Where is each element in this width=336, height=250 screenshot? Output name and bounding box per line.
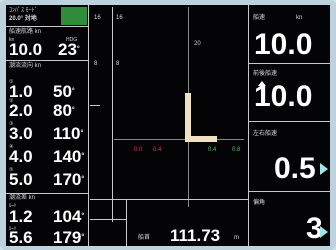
layer-2-dir: 80° <box>53 101 75 120</box>
speed-vector-horizontal <box>185 136 217 142</box>
layer-4-speed: 4.0 <box>9 147 33 166</box>
layer-5-speed: 5.0 <box>9 170 33 189</box>
bottom-strip-grid <box>90 219 126 220</box>
right-arrow-icon <box>320 163 328 175</box>
current-section-label: 潮流流向 kn <box>9 63 42 69</box>
speed-vector-vertical <box>185 93 191 141</box>
tide-row-2-dir: 179° <box>53 228 85 247</box>
device-frame: ｺﾝﾊﾟｽ ﾓｰﾄﾞ 20.0° 対地 船速航路 kn kn HDG 10.0 … <box>0 0 336 250</box>
bottom-label: 船首 <box>138 235 151 241</box>
mode-header-line2: 20.0° 対地 <box>9 16 37 22</box>
fore-aft-speed-label: 前後船速 <box>253 71 278 77</box>
left-panel-border <box>88 5 89 246</box>
tide-row-1-speed: 1.2 <box>9 207 33 226</box>
layer-4-dir: 140° <box>53 147 85 166</box>
ship-speed-value: 10.0 <box>9 40 43 59</box>
up-arrow-icon <box>258 81 266 86</box>
divider <box>6 60 88 61</box>
mode-header-line1: ｺﾝﾊﾟｽ ﾓｰﾄﾞ <box>9 8 38 14</box>
center-graph: 16 8 16 8 20 0.0 0.4 0.4 0.8 船首 111.73 m <box>90 5 248 246</box>
layer-1-dir: 50° <box>53 82 75 101</box>
heading-value: 23° <box>58 40 80 59</box>
tide-section-label: 潮流差 kn <box>9 195 36 201</box>
left-scale-bar <box>112 7 113 222</box>
drift-angle-label: 偏角 <box>253 200 266 206</box>
side-speed-value: 0.5 <box>274 152 316 185</box>
divider <box>249 191 330 192</box>
scale-label-upper-right: 16 <box>116 15 123 21</box>
scale-label-8-right: 8 <box>116 61 120 67</box>
center-horizontal-axis <box>114 139 244 140</box>
right-arrow-icon-2 <box>320 226 328 238</box>
axis-right-green-2: 0.8 <box>232 147 241 153</box>
bottom-strip-divider <box>90 199 248 200</box>
layer-2-speed: 2.0 <box>9 101 33 120</box>
tide-row-2-speed: 5.6 <box>9 228 33 247</box>
divider <box>249 63 330 64</box>
green-mode-indicator <box>61 7 87 25</box>
ship-speed-label: 船速航路 kn <box>9 29 42 35</box>
scale-label-20: 20 <box>194 41 201 47</box>
ship-speed-label-right: 船速 <box>253 15 266 21</box>
divider <box>6 193 88 194</box>
ship-speed-value-right: 10.0 <box>254 28 313 61</box>
divider <box>249 121 330 122</box>
bottom-unit: m <box>234 235 239 241</box>
scale-label-8-left: 8 <box>94 61 98 67</box>
scale-tick <box>90 105 100 106</box>
scale-label-top-left: 16 <box>94 15 101 21</box>
bottom-strip-sep <box>126 199 127 246</box>
side-speed-label: 左右船速 <box>253 131 278 137</box>
axis-right-green-1: 0.4 <box>208 147 217 153</box>
layer-3-dir: 110° <box>53 124 84 143</box>
layer-3-speed: 3.0 <box>9 124 33 143</box>
display-screen: ｺﾝﾊﾟｽ ﾓｰﾄﾞ 20.0° 対地 船速航路 kn kn HDG 10.0 … <box>6 5 330 246</box>
right-panel-border <box>248 5 249 246</box>
axis-left-red-1: 0.0 <box>134 147 143 153</box>
divider <box>6 26 88 27</box>
axis-left-red-2: 0.4 <box>153 147 162 153</box>
ship-speed-unit-right: kn <box>296 15 303 21</box>
bottom-value: 111.73 <box>170 226 221 245</box>
tide-row-1-dir: 104° <box>53 207 85 226</box>
layer-5-dir: 170° <box>53 170 85 189</box>
